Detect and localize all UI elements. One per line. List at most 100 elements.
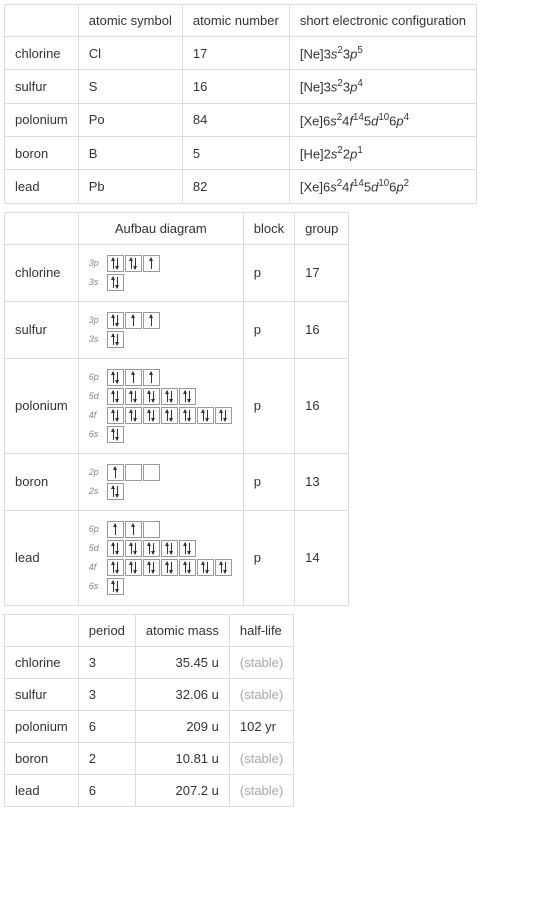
electronic-config: [He]2s22p1	[289, 136, 476, 169]
table-row: leadPb82[Xe]6s24f145d106p2	[5, 170, 477, 203]
orbital-row: 6s	[89, 578, 233, 595]
electron-up-icon	[113, 562, 114, 573]
orbital-box	[161, 388, 178, 405]
period: 3	[78, 646, 135, 678]
electron-down-icon	[225, 562, 226, 573]
element-name: sulfur	[5, 678, 79, 710]
electron-down-icon	[171, 410, 172, 421]
table-row: chlorine335.45 u(stable)	[5, 646, 294, 678]
aufbau-diagram: 6p5d4f6s	[78, 510, 243, 605]
orbital-box	[107, 388, 124, 405]
table-row: polonium6p5d4f6sp16	[5, 358, 349, 453]
electron-up-icon	[113, 334, 114, 345]
orbital-row: 3p	[89, 255, 233, 272]
electron-down-icon	[135, 543, 136, 554]
orbital-box	[143, 464, 160, 481]
electron-down-icon	[135, 258, 136, 269]
orbital-box	[125, 540, 142, 557]
electron-up-icon	[167, 543, 168, 554]
group: 14	[295, 510, 349, 605]
atomic-number: 82	[182, 170, 289, 203]
electron-down-icon	[171, 543, 172, 554]
half-life: 102 yr	[229, 710, 293, 742]
electron-up-icon	[149, 391, 150, 402]
orbital-box	[125, 407, 142, 424]
orbital-box	[107, 407, 124, 424]
electron-down-icon	[135, 391, 136, 402]
orbital-row: 6s	[89, 426, 233, 443]
orbital-box	[215, 559, 232, 576]
orbital-label: 6s	[89, 581, 103, 591]
orbital-box	[143, 521, 160, 538]
electron-down-icon	[117, 315, 118, 326]
electron-up-icon	[149, 410, 150, 421]
orbital-box	[179, 407, 196, 424]
table-row: boronB5[He]2s22p1	[5, 136, 477, 169]
element-name: polonium	[5, 358, 79, 453]
electron-down-icon	[117, 581, 118, 592]
orbital-box	[107, 578, 124, 595]
electron-up-icon	[113, 543, 114, 554]
aufbau-diagram: 2p2s	[78, 453, 243, 510]
table-row: lead6p5d4f6sp14	[5, 510, 349, 605]
electron-up-icon	[133, 372, 134, 383]
orbital-box	[107, 464, 124, 481]
orbital-box	[107, 559, 124, 576]
period: 3	[78, 678, 135, 710]
orbital-box	[179, 540, 196, 557]
atomic-number: 84	[182, 103, 289, 136]
header-halflife: half-life	[229, 614, 293, 646]
orbital-box	[179, 559, 196, 576]
orbital-label: 5d	[89, 391, 103, 401]
electron-down-icon	[135, 410, 136, 421]
electron-up-icon	[113, 581, 114, 592]
element-name: boron	[5, 453, 79, 510]
atomic-mass: 10.81 u	[135, 742, 229, 774]
electron-up-icon	[133, 315, 134, 326]
element-name: sulfur	[5, 301, 79, 358]
table-row: boron210.81 u(stable)	[5, 742, 294, 774]
header-blank	[5, 614, 79, 646]
half-life: (stable)	[229, 678, 293, 710]
orbital-box	[143, 540, 160, 557]
electron-up-icon	[149, 543, 150, 554]
element-name: lead	[5, 170, 79, 203]
electron-up-icon	[131, 543, 132, 554]
table-row: chlorine3p3sp17	[5, 244, 349, 301]
electron-down-icon	[117, 562, 118, 573]
orbital-box	[125, 464, 142, 481]
orbital-box	[107, 426, 124, 443]
atomic-mass: 207.2 u	[135, 774, 229, 806]
table-period-mass: period atomic mass half-life chlorine335…	[4, 614, 294, 807]
atomic-number: 17	[182, 37, 289, 70]
electron-down-icon	[189, 410, 190, 421]
orbital-box	[125, 312, 142, 329]
electron-up-icon	[131, 562, 132, 573]
electron-down-icon	[135, 562, 136, 573]
orbital-box	[143, 407, 160, 424]
period: 6	[78, 710, 135, 742]
element-name: lead	[5, 774, 79, 806]
orbital-row: 5d	[89, 388, 233, 405]
orbital-label: 3s	[89, 277, 103, 287]
electron-up-icon	[113, 429, 114, 440]
electron-up-icon	[151, 258, 152, 269]
orbital-box	[143, 388, 160, 405]
electron-up-icon	[113, 258, 114, 269]
element-name: chlorine	[5, 244, 79, 301]
electron-up-icon	[131, 410, 132, 421]
orbital-box	[125, 388, 142, 405]
electron-up-icon	[185, 562, 186, 573]
electron-down-icon	[171, 391, 172, 402]
atomic-mass: 209 u	[135, 710, 229, 742]
element-name: chlorine	[5, 646, 79, 678]
table-header-row: period atomic mass half-life	[5, 614, 294, 646]
orbital-box	[107, 483, 124, 500]
group: 16	[295, 301, 349, 358]
element-symbol: Cl	[78, 37, 182, 70]
orbital-label: 3s	[89, 334, 103, 344]
element-name: lead	[5, 510, 79, 605]
orbital-box	[161, 540, 178, 557]
electron-up-icon	[151, 372, 152, 383]
electron-up-icon	[113, 486, 114, 497]
